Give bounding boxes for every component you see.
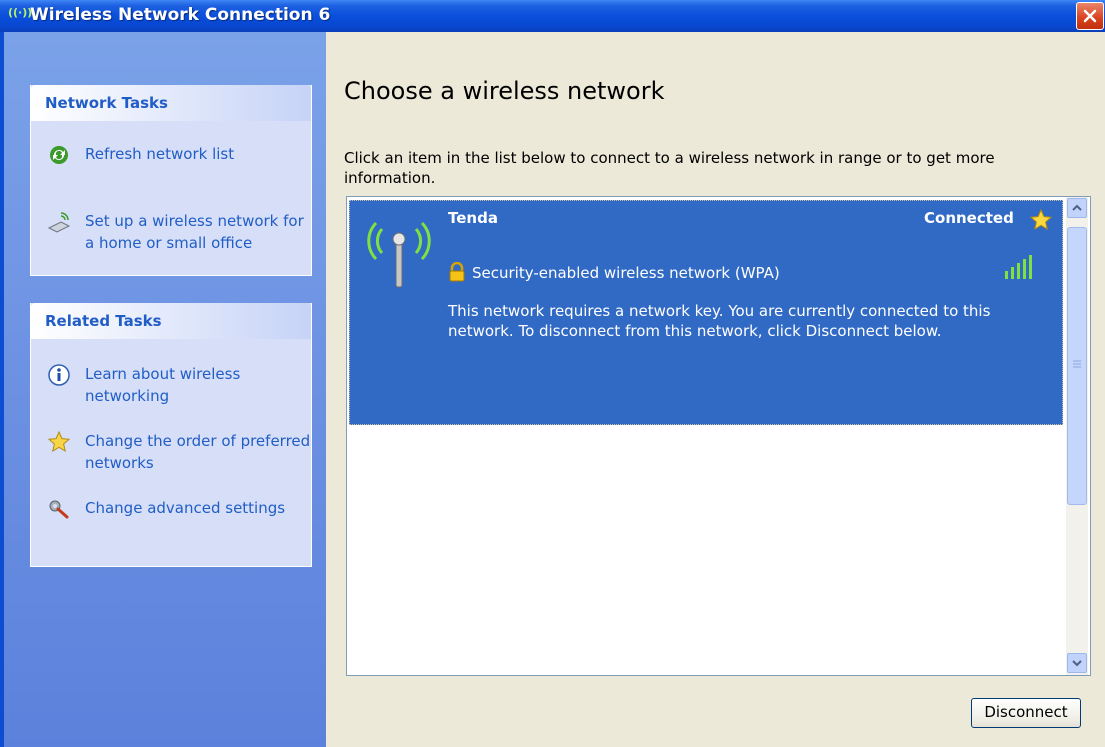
learn-wireless-label: Learn about wireless networking bbox=[85, 365, 241, 405]
network-name: Tenda bbox=[448, 209, 498, 227]
page-title: Choose a wireless network bbox=[344, 77, 665, 105]
network-tasks-pane: Network Tasks Refresh network list Set u… bbox=[30, 85, 312, 276]
lock-icon bbox=[449, 262, 465, 282]
change-order-label: Change the order of preferred networks bbox=[85, 432, 311, 472]
wireless-antenna-icon bbox=[367, 221, 431, 288]
network-item-selected[interactable]: Tenda Connected Security-enabled wireles… bbox=[349, 200, 1063, 425]
sidebar: Network Tasks Refresh network list Set u… bbox=[4, 32, 326, 747]
related-tasks-pane: Related Tasks Learn about wireless netwo… bbox=[30, 303, 312, 567]
main-content: Choose a wireless network Click an item … bbox=[326, 32, 1105, 747]
preferred-star-icon bbox=[1029, 208, 1053, 231]
refresh-icon bbox=[50, 146, 68, 164]
setup-wireless-network-label: Set up a wireless network for a home or … bbox=[85, 212, 304, 252]
network-tasks-header: Network Tasks bbox=[31, 85, 311, 121]
scroll-down-button[interactable] bbox=[1067, 653, 1087, 673]
chevron-down-icon bbox=[1072, 660, 1082, 667]
window-title: Wireless Network Connection 6 bbox=[30, 5, 331, 25]
network-list[interactable]: Tenda Connected Security-enabled wireles… bbox=[346, 196, 1091, 676]
title-bar: ((·)) Wireless Network Connection 6 bbox=[0, 0, 1105, 32]
chevron-up-icon bbox=[1072, 204, 1082, 211]
signal-strength-icon bbox=[1005, 255, 1032, 279]
close-button[interactable] bbox=[1076, 2, 1104, 30]
related-tasks-title: Related Tasks bbox=[45, 312, 162, 330]
change-advanced-label: Change advanced settings bbox=[85, 499, 286, 517]
star-icon bbox=[47, 430, 71, 453]
refresh-network-list-label: Refresh network list bbox=[85, 145, 235, 163]
network-list-scrollbar[interactable] bbox=[1066, 197, 1088, 675]
network-status: Connected bbox=[924, 209, 1014, 227]
security-text: Security-enabled wireless network (WPA) bbox=[472, 264, 780, 282]
close-icon bbox=[1083, 9, 1097, 23]
scroll-up-button[interactable] bbox=[1067, 198, 1087, 218]
tools-icon bbox=[49, 500, 69, 519]
related-tasks-header: Related Tasks bbox=[31, 303, 311, 339]
scroll-thumb[interactable] bbox=[1067, 227, 1087, 505]
info-icon bbox=[48, 364, 70, 386]
network-description: This network requires a network key. You… bbox=[448, 302, 991, 340]
wireless-title-icon: ((·)) bbox=[8, 6, 33, 19]
intro-text: Click an item in the list below to conne… bbox=[344, 149, 995, 187]
wireless-setup-icon bbox=[47, 212, 71, 233]
grip-icon bbox=[1073, 360, 1081, 368]
disconnect-button[interactable]: Disconnect bbox=[971, 698, 1081, 728]
network-tasks-title: Network Tasks bbox=[45, 94, 168, 112]
